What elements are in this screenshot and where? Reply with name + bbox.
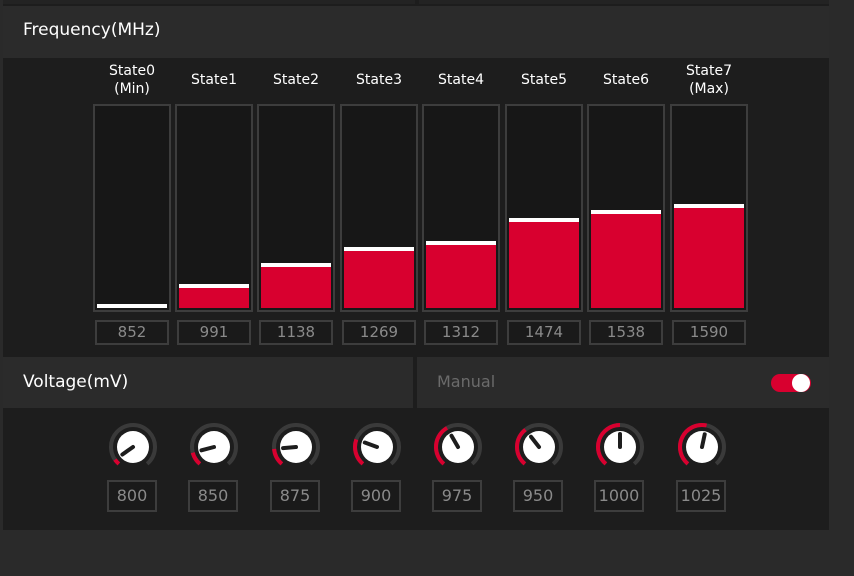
frequency-slider[interactable] xyxy=(670,104,748,312)
slider-fill xyxy=(591,214,661,308)
frequency-slider[interactable] xyxy=(257,104,335,312)
state-column-0: State0 (Min) 852 xyxy=(93,58,171,348)
state-name: State0 xyxy=(109,63,155,79)
slider-fill xyxy=(344,251,414,308)
slider-handle[interactable] xyxy=(344,247,414,251)
voltage-value[interactable]: 950 xyxy=(513,480,563,512)
knob-arc xyxy=(113,458,121,466)
slider-handle[interactable] xyxy=(97,304,167,308)
frequency-value[interactable]: 1590 xyxy=(672,320,746,345)
state-label: State7 (Max) xyxy=(670,58,748,102)
state-name: State3 xyxy=(356,72,402,88)
frequency-header: Frequency(MHz) xyxy=(3,6,829,58)
slider-handle[interactable] xyxy=(674,204,744,208)
voltage-knob-column-0: 800 xyxy=(102,418,162,518)
state-column-7: State7 (Max) 1590 xyxy=(670,58,748,348)
frequency-value[interactable]: 852 xyxy=(95,320,169,345)
state-column-5: State5 1474 xyxy=(505,58,583,348)
voltage-knob[interactable] xyxy=(514,422,564,472)
voltage-title: Voltage(mV) xyxy=(23,372,129,392)
voltage-knob-column-4: 975 xyxy=(427,418,487,518)
state-column-6: State6 1538 xyxy=(587,58,665,348)
voltage-value[interactable]: 875 xyxy=(270,480,320,512)
frequency-slider[interactable] xyxy=(422,104,500,312)
state-name: State4 xyxy=(438,72,484,88)
frequency-slider[interactable] xyxy=(93,104,171,312)
knob-arc xyxy=(190,452,202,466)
state-sub: (Max) xyxy=(689,81,729,97)
overclock-panel: Frequency(MHz) State0 (Min) 852 State1 9… xyxy=(3,0,829,530)
voltage-knob[interactable] xyxy=(271,422,321,472)
slider-handle[interactable] xyxy=(591,210,661,214)
voltage-value[interactable]: 1025 xyxy=(676,480,726,512)
slider-fill xyxy=(674,208,744,308)
voltage-value[interactable]: 800 xyxy=(107,480,157,512)
frequency-value[interactable]: 1538 xyxy=(589,320,663,345)
frequency-slider[interactable] xyxy=(505,104,583,312)
slider-fill xyxy=(509,222,579,308)
slider-handle[interactable] xyxy=(179,284,249,288)
state-name: State2 xyxy=(273,72,319,88)
voltage-knob[interactable] xyxy=(108,422,158,472)
frequency-slider[interactable] xyxy=(340,104,418,312)
frequency-value[interactable]: 991 xyxy=(177,320,251,345)
state-label: State2 xyxy=(257,58,335,102)
state-column-3: State3 1269 xyxy=(340,58,418,348)
frequency-value[interactable]: 1474 xyxy=(507,320,581,345)
state-column-2: State2 1138 xyxy=(257,58,335,348)
state-label: State6 xyxy=(587,58,665,102)
state-name: State7 xyxy=(686,63,732,79)
state-sub: (Min) xyxy=(114,81,150,97)
voltage-knob-column-6: 1000 xyxy=(589,418,649,518)
voltage-knob[interactable] xyxy=(189,422,239,472)
frequency-slider[interactable] xyxy=(175,104,253,312)
state-label: State5 xyxy=(505,58,583,102)
voltage-value[interactable]: 975 xyxy=(432,480,482,512)
state-name: State5 xyxy=(521,72,567,88)
frequency-title: Frequency(MHz) xyxy=(23,20,161,40)
knob-pointer xyxy=(700,432,707,449)
slider-fill xyxy=(426,245,496,308)
state-column-4: State4 1312 xyxy=(422,58,500,348)
top-strip-left xyxy=(3,0,415,4)
slider-fill xyxy=(261,267,331,308)
state-label: State3 xyxy=(340,58,418,102)
voltage-knob[interactable] xyxy=(433,422,483,472)
state-label: State4 xyxy=(422,58,500,102)
voltage-knob-column-7: 1025 xyxy=(671,418,731,518)
state-label: State1 xyxy=(175,58,253,102)
state-name: State1 xyxy=(191,72,237,88)
voltage-knob[interactable] xyxy=(677,422,727,472)
slider-handle[interactable] xyxy=(426,241,496,245)
slider-fill xyxy=(179,288,249,308)
manual-label: Manual xyxy=(437,372,496,391)
voltage-header: Voltage(mV) xyxy=(3,357,413,408)
top-strip-right xyxy=(419,0,829,4)
frequency-slider[interactable] xyxy=(587,104,665,312)
state-label: State0 (Min) xyxy=(93,58,171,102)
voltage-value[interactable]: 900 xyxy=(351,480,401,512)
slider-handle[interactable] xyxy=(261,263,331,267)
state-column-1: State1 991 xyxy=(175,58,253,348)
voltage-knob[interactable] xyxy=(352,422,402,472)
frequency-value[interactable]: 1138 xyxy=(259,320,333,345)
voltage-value[interactable]: 850 xyxy=(188,480,238,512)
state-name: State6 xyxy=(603,72,649,88)
voltage-knob-column-2: 875 xyxy=(265,418,325,518)
manual-header: Manual xyxy=(417,357,829,408)
knob-pointer xyxy=(281,445,298,451)
frequency-value[interactable]: 1269 xyxy=(342,320,416,345)
voltage-knob[interactable] xyxy=(595,422,645,472)
manual-toggle[interactable] xyxy=(771,374,811,392)
frequency-value[interactable]: 1312 xyxy=(424,320,498,345)
toggle-knob xyxy=(792,374,810,392)
voltage-knob-column-1: 850 xyxy=(183,418,243,518)
voltage-knob-column-3: 900 xyxy=(346,418,406,518)
slider-handle[interactable] xyxy=(509,218,579,222)
voltage-value[interactable]: 1000 xyxy=(594,480,644,512)
voltage-knob-column-5: 950 xyxy=(508,418,568,518)
